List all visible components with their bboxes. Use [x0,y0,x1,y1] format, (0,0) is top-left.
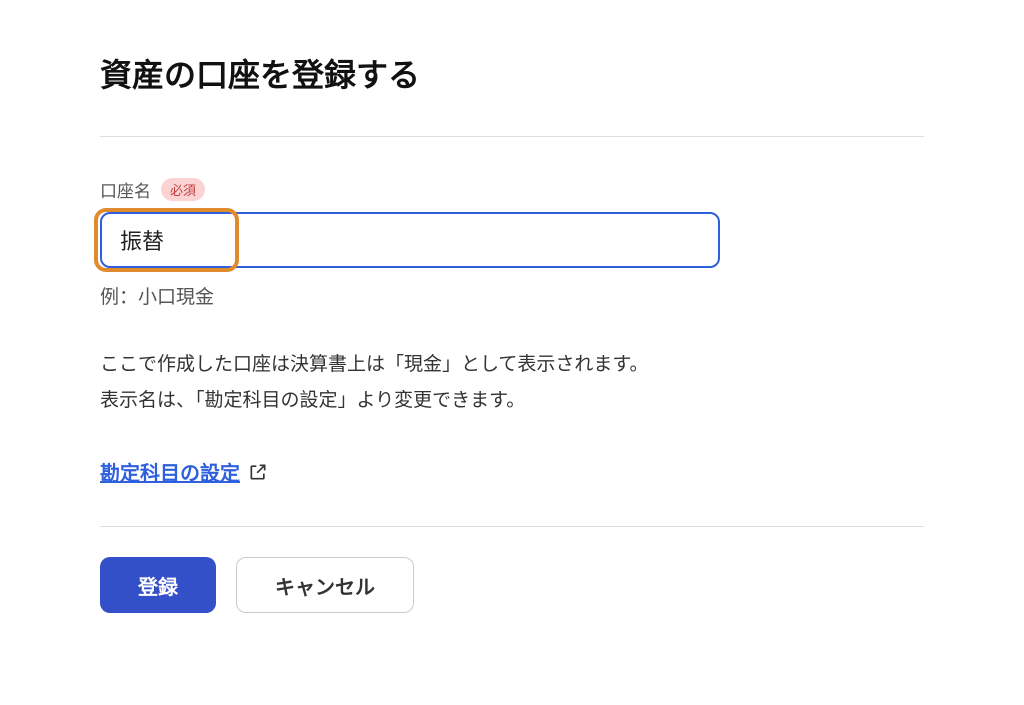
form-container: 資産の口座を登録する 口座名 必須 例：小口現金 ここで作成した口座は決算書上は… [0,0,1024,653]
example-text: 例：小口現金 [100,282,924,309]
button-row: 登録 キャンセル [100,557,924,613]
settings-link-row: 勘定科目の設定 [100,457,924,486]
input-wrapper [100,212,720,268]
description-line-2: 表示名は、「勘定科目の設定」より変更できます。 [100,383,924,419]
page-title: 資産の口座を登録する [100,50,924,96]
cancel-button[interactable]: キャンセル [236,557,414,613]
external-link-icon [248,462,268,482]
account-name-input[interactable] [100,212,720,268]
description-line-1: ここで作成した口座は決算書上は「現金」として表示されます。 [100,347,924,383]
label-row: 口座名 必須 [100,177,924,202]
divider-bottom [100,526,924,527]
divider-top [100,136,924,137]
required-badge: 必須 [161,178,205,201]
submit-button[interactable]: 登録 [100,557,216,613]
account-settings-link[interactable]: 勘定科目の設定 [100,457,240,486]
account-name-group: 口座名 必須 例：小口現金 [100,177,924,309]
account-name-label: 口座名 [100,177,151,202]
description-block: ここで作成した口座は決算書上は「現金」として表示されます。 表示名は、「勘定科目… [100,347,924,419]
